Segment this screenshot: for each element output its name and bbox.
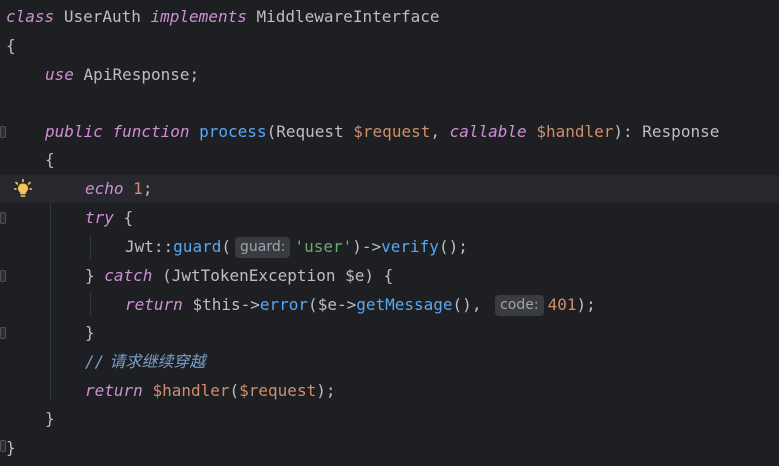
paren: ( xyxy=(308,295,318,314)
open-brace: { xyxy=(6,36,16,55)
code-line-10[interactable]: } catch (JwtTokenException $e) { xyxy=(0,262,779,290)
param-var: $request xyxy=(353,122,431,141)
call-args: (), xyxy=(452,295,492,314)
lightbulb-icon[interactable] xyxy=(14,179,32,199)
arrow-operator: -> xyxy=(336,295,357,314)
keyword-class: class xyxy=(6,7,55,26)
keyword-callable: callable xyxy=(449,122,527,141)
code-line-14[interactable]: return $handler($request); xyxy=(0,377,779,405)
close-brace: } xyxy=(85,323,95,342)
method-call: error xyxy=(259,295,309,314)
static-operator: :: xyxy=(153,237,174,256)
return-type: Response xyxy=(642,122,720,141)
call-end: (); xyxy=(438,237,468,256)
code-line-8[interactable]: try { xyxy=(0,204,779,232)
keyword-return: return xyxy=(125,295,183,314)
code-line-2[interactable]: { xyxy=(0,32,779,60)
this-var: $this xyxy=(192,295,241,314)
exception-var: $e xyxy=(317,295,337,314)
code-line-1[interactable]: class UserAuth implements MiddlewareInte… xyxy=(0,3,779,31)
class-ref: Jwt xyxy=(125,237,154,256)
parameter-hint: guard: xyxy=(234,237,291,258)
comment-marker: // xyxy=(85,352,105,371)
comment-text: 请求继续穿越 xyxy=(104,352,206,371)
keyword-use: use xyxy=(45,65,74,84)
string-literal: 'user' xyxy=(294,237,353,256)
number-literal: 401 xyxy=(547,295,577,314)
number-literal: 1 xyxy=(133,179,143,198)
method-name: process xyxy=(199,122,267,141)
open-brace: { xyxy=(45,150,55,169)
keyword-echo: echo xyxy=(85,179,124,198)
code-line-13[interactable]: // 请求继续穿越 xyxy=(0,348,779,376)
close-brace: } xyxy=(6,438,16,457)
keyword-return: return xyxy=(85,381,143,400)
semicolon: ; xyxy=(142,179,153,198)
code-editor[interactable]: class UserAuth implements MiddlewareInte… xyxy=(0,0,779,466)
keyword-function: function xyxy=(112,122,190,141)
catch-clause: (JwtTokenException $e) { xyxy=(152,266,394,285)
paren: ( xyxy=(229,381,240,400)
paren: ( xyxy=(266,122,277,141)
trait-name: ApiResponse; xyxy=(83,65,200,84)
handler-var: $handler xyxy=(152,381,230,400)
request-var: $request xyxy=(239,381,317,400)
code-line-6[interactable]: { xyxy=(0,146,779,174)
arrow-operator: )-> xyxy=(352,237,382,256)
code-line-15[interactable]: } xyxy=(0,405,779,433)
param-var: $handler xyxy=(536,122,614,141)
code-line-11[interactable]: return $this->error($e->getMessage(), co… xyxy=(0,291,779,319)
arrow-operator: -> xyxy=(240,295,260,314)
parameter-hint: code: xyxy=(495,295,544,316)
paren: ): xyxy=(613,122,643,141)
open-brace: { xyxy=(113,208,134,227)
code-line-3[interactable]: use ApiResponse; xyxy=(0,61,779,89)
call-end: ); xyxy=(316,381,336,400)
param-type: Request xyxy=(276,122,354,141)
method-call: verify xyxy=(381,237,439,256)
interface-name: MiddlewareInterface xyxy=(256,7,440,26)
code-line-7[interactable]: echo 1; xyxy=(0,175,779,203)
code-line-12[interactable]: } xyxy=(0,319,779,347)
code-line-9[interactable]: Jwt::guard(guard:'user')->verify(); xyxy=(0,233,779,261)
keyword-implements: implements xyxy=(150,7,247,26)
class-name: UserAuth xyxy=(63,7,141,26)
paren: ( xyxy=(221,237,231,256)
code-line-5[interactable]: public function process(Request $request… xyxy=(0,118,779,146)
keyword-catch: catch xyxy=(104,266,153,285)
static-method: guard xyxy=(173,237,222,256)
close-brace: } xyxy=(85,266,105,285)
comma: , xyxy=(430,122,450,141)
call-end: ); xyxy=(576,295,596,314)
keyword-try: try xyxy=(85,208,114,227)
keyword-public: public xyxy=(45,122,103,141)
close-brace: } xyxy=(45,409,55,428)
method-call: getMessage xyxy=(356,295,453,314)
code-line-16[interactable]: } xyxy=(0,434,779,462)
